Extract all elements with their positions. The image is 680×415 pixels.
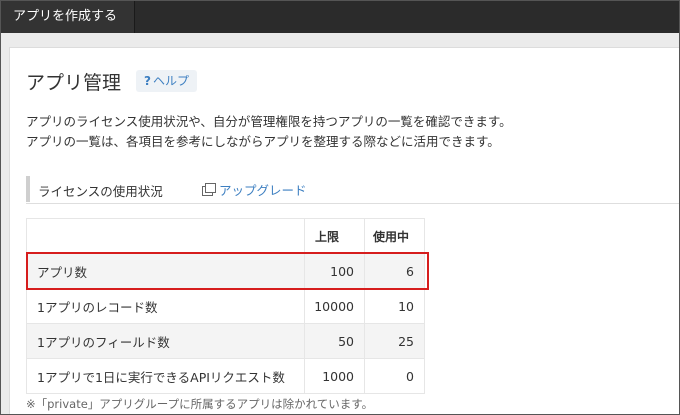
upgrade-link[interactable]: アップグレード — [202, 180, 307, 199]
header-used: 使用中 — [364, 218, 425, 254]
description-line-2: アプリの一覧は、各項目を参考にしながらアプリを整理する際などに活用できます。 — [26, 134, 500, 149]
header-name — [26, 218, 305, 254]
table-header-row: 上限 使用中 — [26, 218, 425, 254]
row-limit: 50 — [304, 323, 365, 359]
upgrade-label: アップグレード — [219, 183, 307, 198]
question-icon: ? — [144, 74, 151, 88]
row-name: 1アプリのフィールド数 — [26, 323, 305, 359]
license-section-title: ライセンスの使用状況 — [38, 184, 163, 199]
top-bar: アプリを作成する — [1, 1, 679, 33]
table-row: 1アプリで1日に実行できるAPIリクエスト数 1000 0 — [26, 358, 425, 394]
header-limit: 上限 — [304, 218, 365, 254]
create-app-tab[interactable]: アプリを作成する — [1, 1, 135, 33]
external-window-icon — [202, 183, 216, 196]
main-panel: アプリ管理 ? ヘルプ アプリのライセンス使用状況や、自分が管理権限を持つアプリの… — [9, 47, 679, 414]
app-window: アプリを作成する アプリ管理 ? ヘルプ アプリのライセンス使用状況や、自分が管理… — [0, 0, 680, 415]
help-label: ヘルプ — [152, 74, 189, 88]
license-usage-table: 上限 使用中 アプリ数 100 6 1アプリのレコード数 10000 10 1ア… — [26, 218, 425, 394]
section-accent-bar — [26, 176, 30, 202]
help-button[interactable]: ? ヘルプ — [136, 70, 197, 92]
page-title: アプリ管理 — [26, 72, 122, 94]
highlight-box — [26, 252, 429, 290]
table-row: 1アプリのフィールド数 50 25 — [26, 323, 425, 359]
row-used: 10 — [364, 288, 425, 324]
table-row: 1アプリのレコード数 10000 10 — [26, 288, 425, 324]
footnote: ※「private」アプリグループに所属するアプリは除かれています。 — [26, 397, 374, 411]
row-name: 1アプリで1日に実行できるAPIリクエスト数 — [26, 358, 305, 394]
row-limit: 10000 — [304, 288, 365, 324]
description-line-1: アプリのライセンス使用状況や、自分が管理権限を持つアプリの一覧を確認できます。 — [26, 114, 512, 129]
row-name: 1アプリのレコード数 — [26, 288, 305, 324]
page-description: アプリのライセンス使用状況や、自分が管理権限を持つアプリの一覧を確認できます。 … — [26, 112, 512, 152]
row-used: 0 — [364, 358, 425, 394]
row-used: 25 — [364, 323, 425, 359]
license-section-header: ライセンスの使用状況 アップグレード — [26, 176, 679, 204]
row-limit: 1000 — [304, 358, 365, 394]
